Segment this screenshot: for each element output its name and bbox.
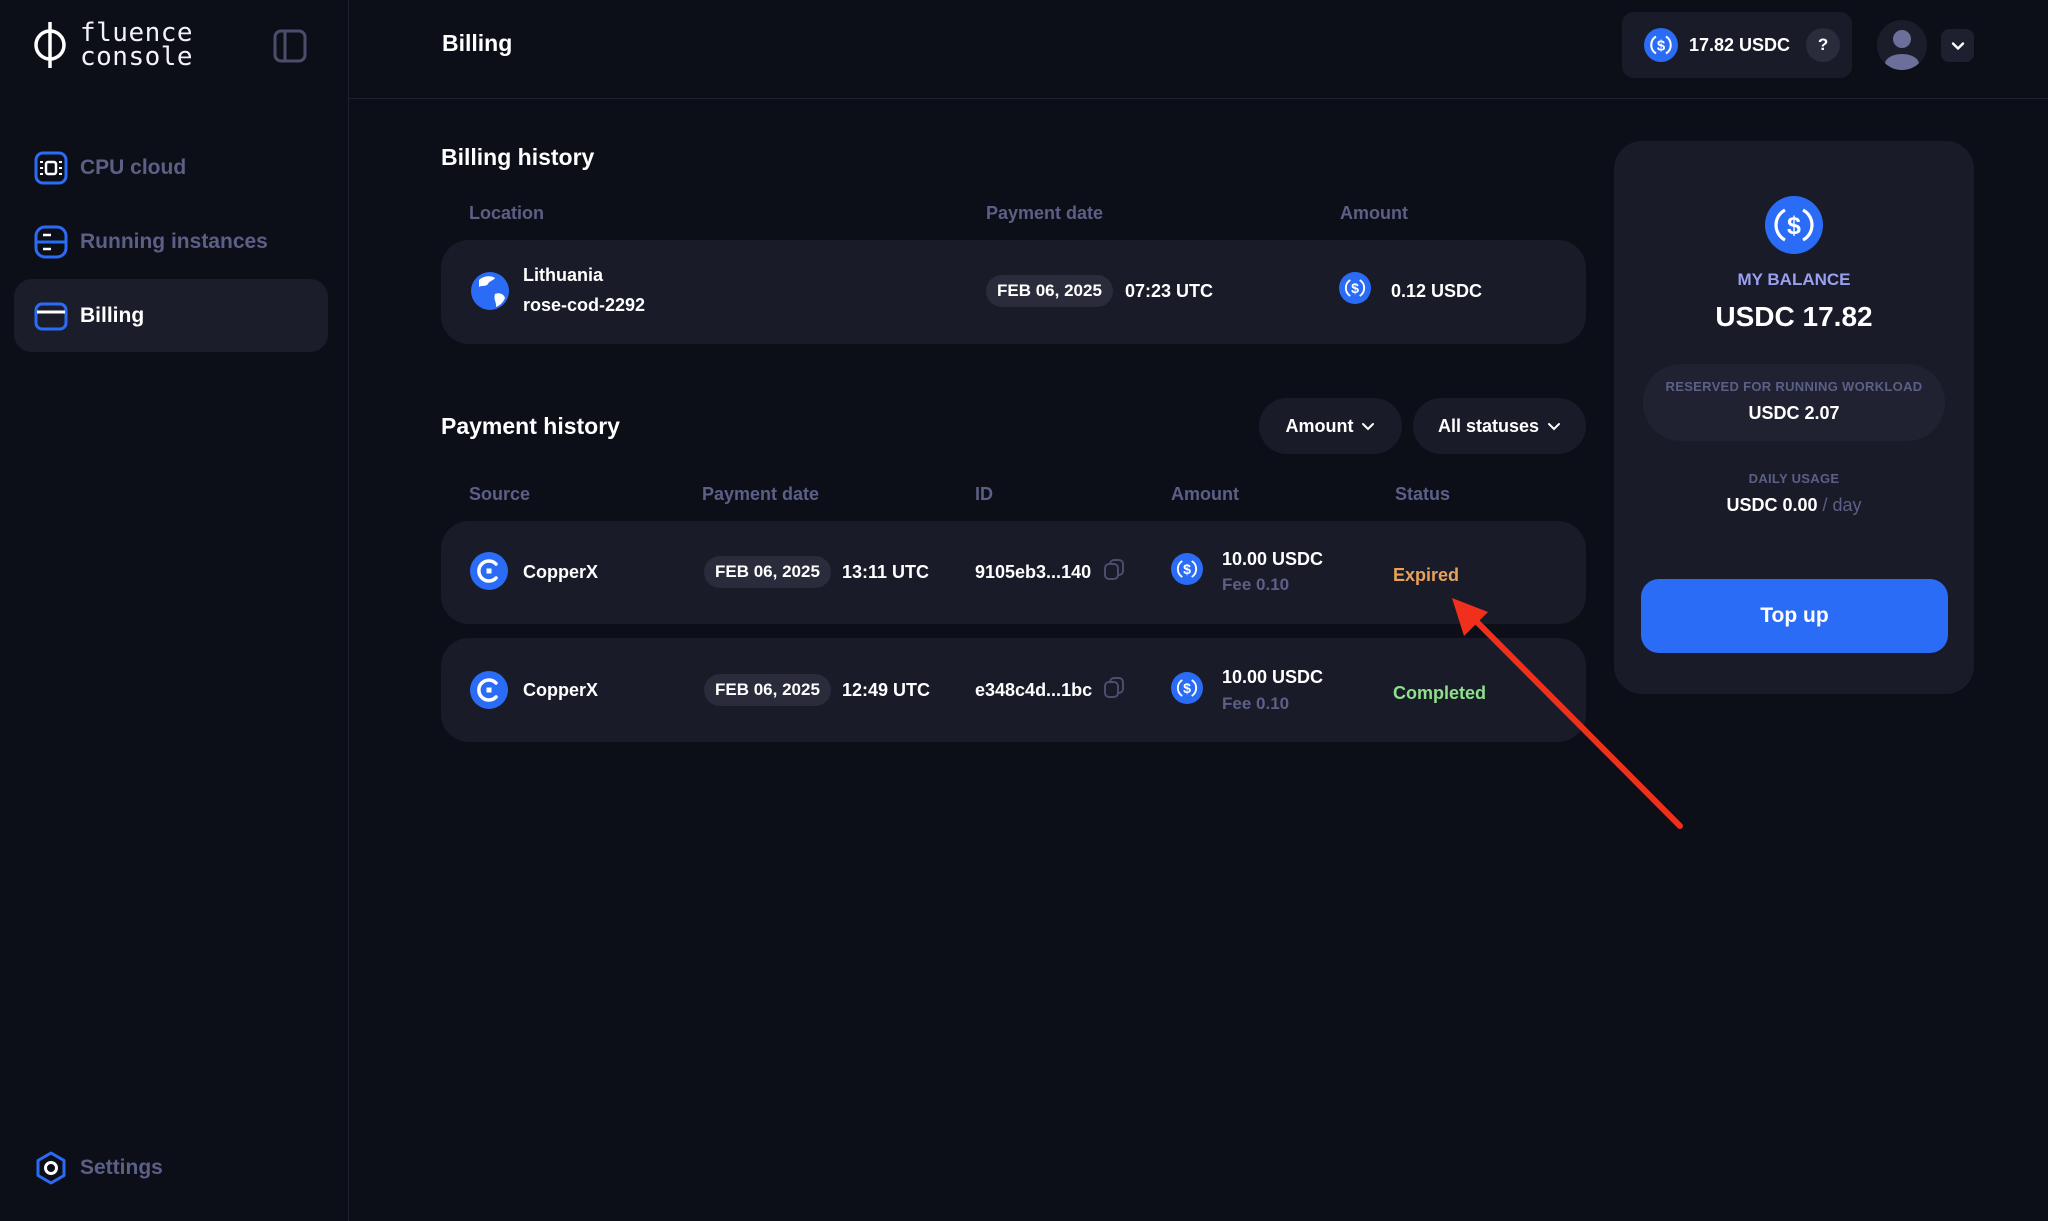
settings-hex-icon (36, 1151, 66, 1184)
column-header-source: Source (469, 484, 531, 504)
cpu-icon (34, 151, 68, 184)
usdc-coin-icon: $ (1765, 196, 1823, 254)
sidebar: fluence console CPU cloud Running instan… (0, 0, 349, 1221)
svg-text:$: $ (1183, 680, 1191, 696)
balance-help-button[interactable]: ? (1806, 28, 1841, 62)
payment-date-chip: FEB 06, 2025 (704, 674, 831, 706)
payment-id: e348c4d...1bc (975, 680, 1093, 700)
billing-time: 07:23 UTC (1125, 281, 1214, 301)
card-icon (34, 302, 68, 330)
payment-row[interactable]: CopperX FEB 06, 2025 12:49 UTC e348c4d..… (441, 638, 1586, 742)
copy-icon[interactable] (1103, 676, 1125, 698)
usdc-coin-icon: $ (1339, 272, 1371, 304)
column-header-location: Location (469, 203, 544, 223)
sidebar-item-label: CPU cloud (80, 155, 187, 179)
copperx-logo-icon (470, 552, 508, 590)
payment-amount: 10.00 USDC (1222, 667, 1324, 687)
instances-icon (34, 225, 68, 258)
payment-fee: Fee 0.10 (1222, 575, 1290, 594)
column-header-status: Status (1395, 484, 1451, 504)
daily-usage-label: DAILY USAGE (1748, 471, 1840, 486)
user-avatar[interactable] (1877, 20, 1927, 70)
sidebar-item-settings[interactable]: Settings (14, 1131, 163, 1204)
payment-amount: 10.00 USDC (1222, 549, 1324, 569)
status-filter-label: All statuses (1437, 415, 1540, 436)
balance-card: $ MY BALANCE USDC 17.82 RESERVED FOR RUN… (1614, 141, 1974, 694)
user-menu-button[interactable] (1941, 29, 1974, 62)
user-icon (1885, 30, 1919, 70)
payment-status-badge: Expired (1393, 565, 1460, 585)
sidebar-toggle-icon (273, 29, 307, 63)
sidebar-item-label: Settings (80, 1155, 163, 1179)
copy-icon[interactable] (1103, 558, 1125, 580)
usdc-coin-icon: $ (1644, 28, 1678, 62)
billing-amount: 0.12 USDC (1391, 281, 1483, 301)
svg-text:$: $ (1183, 561, 1191, 577)
status-filter-dropdown[interactable]: All statuses (1413, 398, 1586, 454)
sidebar-nav: CPU cloud Running instances Billing (14, 131, 328, 353)
chevron-down-icon (1362, 423, 1375, 431)
sidebar-item-running-instances[interactable]: Running instances (14, 205, 328, 278)
logo-line-2: console (80, 42, 194, 72)
svg-text:$: $ (1787, 212, 1801, 240)
chevron-down-icon (1951, 41, 1964, 50)
svg-text:$: $ (1351, 280, 1359, 296)
globe-icon (471, 272, 509, 310)
top-header: Billing $ 17.82 USDC ? (349, 0, 2048, 99)
payment-status-badge: Completed (1393, 683, 1487, 703)
reserved-value: USDC 2.07 (1748, 403, 1840, 423)
reserved-label: RESERVED FOR RUNNING WORKLOAD (1665, 379, 1923, 394)
daily-usage-amount: USDC 0.00 (1726, 495, 1818, 515)
column-header-amount: Amount (1340, 203, 1408, 223)
billing-location: Lithuania (523, 265, 603, 285)
payment-time: 13:11 UTC (842, 562, 930, 582)
payment-history-title: Payment history (441, 413, 620, 439)
sidebar-item-billing[interactable]: Billing (14, 279, 328, 352)
payment-source: CopperX (523, 680, 599, 700)
daily-usage-value: USDC 0.00 / day (1614, 495, 1974, 516)
payment-date-chip: FEB 06, 2025 (704, 556, 831, 588)
amount-filter-dropdown[interactable]: Amount (1259, 398, 1402, 454)
sidebar-item-label: Running instances (80, 229, 268, 253)
fluence-logo[interactable]: fluence console (32, 20, 193, 70)
my-balance-label: MY BALANCE (1737, 270, 1851, 289)
header-balance-amount: 17.82 USDC (1689, 34, 1791, 55)
chevron-down-icon (1548, 423, 1561, 431)
copperx-logo-icon (470, 671, 508, 709)
payment-row[interactable]: CopperX FEB 06, 2025 13:11 UTC 9105eb3..… (441, 521, 1586, 624)
payment-time: 12:49 UTC (842, 680, 931, 700)
billing-history-title: Billing history (441, 144, 595, 170)
daily-usage-unit: / day (1817, 495, 1862, 515)
svg-text:$: $ (1657, 38, 1666, 55)
page-title: Billing (442, 30, 513, 56)
usdc-coin-icon: $ (1171, 672, 1203, 704)
billing-history-row[interactable]: Lithuania rose-cod-2292 FEB 06, 2025 07:… (441, 240, 1586, 344)
collapse-sidebar-button[interactable] (272, 28, 308, 64)
payment-fee: Fee 0.10 (1222, 694, 1290, 713)
column-header-amount: Amount (1171, 484, 1239, 504)
top-up-button[interactable]: Top up (1641, 579, 1948, 653)
sidebar-item-label: Billing (80, 303, 145, 327)
header-balance-pill[interactable]: $ 17.82 USDC ? (1622, 12, 1852, 78)
payment-id: 9105eb3...140 (975, 562, 1092, 582)
payment-source: CopperX (523, 562, 599, 582)
column-header-id: ID (975, 484, 993, 504)
billing-instance-name: rose-cod-2292 (523, 295, 646, 315)
fluence-phi-icon (34, 22, 66, 68)
logo-text: fluence console (80, 20, 194, 72)
column-header-payment-date: Payment date (986, 203, 1104, 223)
billing-date-chip: FEB 06, 2025 (986, 275, 1113, 307)
usdc-coin-icon: $ (1171, 553, 1203, 585)
sidebar-item-cpu-cloud[interactable]: CPU cloud (14, 131, 328, 204)
column-header-payment-date: Payment date (702, 484, 820, 504)
amount-filter-label: Amount (1285, 415, 1354, 436)
my-balance-value: USDC 17.82 (1715, 301, 1873, 332)
